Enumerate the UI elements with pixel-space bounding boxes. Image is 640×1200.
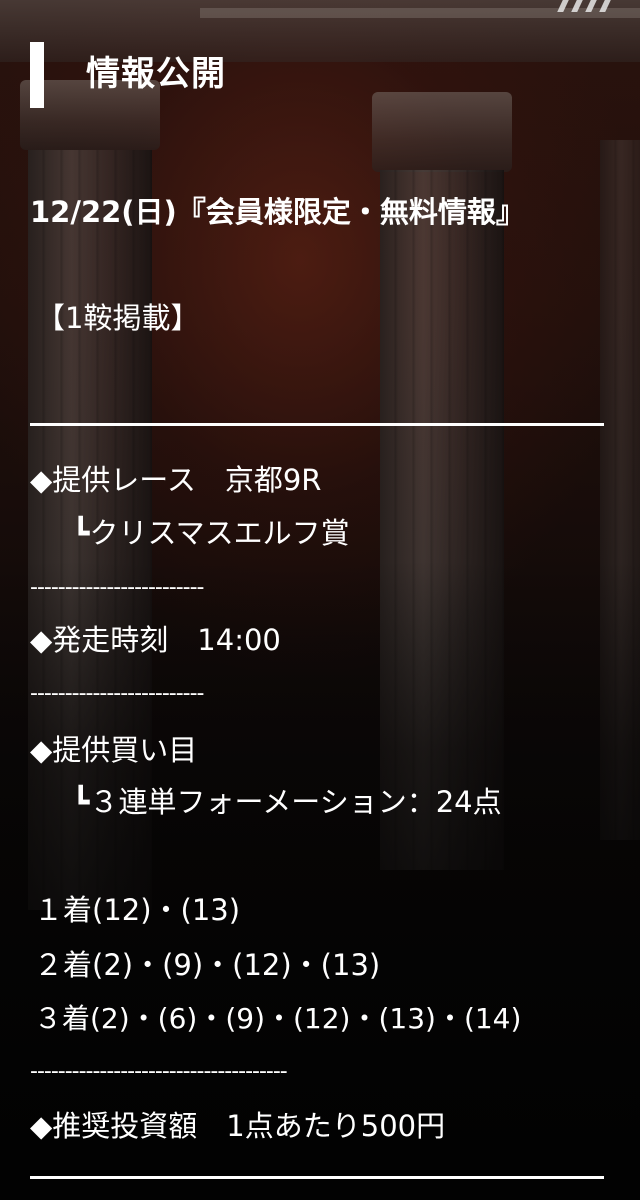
bet-second-place: ２着(2)・(9)・(12)・(13) [34, 948, 381, 982]
investment: ◆推奨投資額 1点あたり500円 [30, 1109, 446, 1143]
bet-first-place: １着(12)・(13) [34, 893, 241, 927]
bet-label: ◆提供買い目 [30, 733, 198, 767]
heading-accent-bar [30, 42, 44, 108]
race-label: ◆提供レース 京都9R [30, 463, 322, 497]
bet-third-place: ３着(2)・(6)・(9)・(12)・(13)・(14) [34, 1002, 522, 1035]
dashed-divider: ------------------------------------- [30, 1059, 288, 1084]
dashed-divider: ------------------------- [30, 575, 204, 600]
dashed-divider: ------------------------- [30, 681, 204, 706]
divider-rule [30, 1176, 604, 1179]
race-count: 【1鞍掲載】 [36, 301, 200, 335]
bet-type: ┗３連単フォーメーション：24点 [72, 785, 502, 819]
race-name: ┗クリスマスエルフ賞 [72, 516, 350, 550]
section-heading: 情報公開 [86, 54, 226, 94]
start-time: ◆発走時刻 14:00 [30, 623, 281, 657]
info-article: 情報公開 12/22(日)『会員様限定・無料情報』 【1鞍掲載】 ◆提供レース … [0, 0, 640, 1200]
date-title: 12/22(日)『会員様限定・無料情報』 [30, 195, 525, 229]
divider-rule [30, 423, 604, 426]
